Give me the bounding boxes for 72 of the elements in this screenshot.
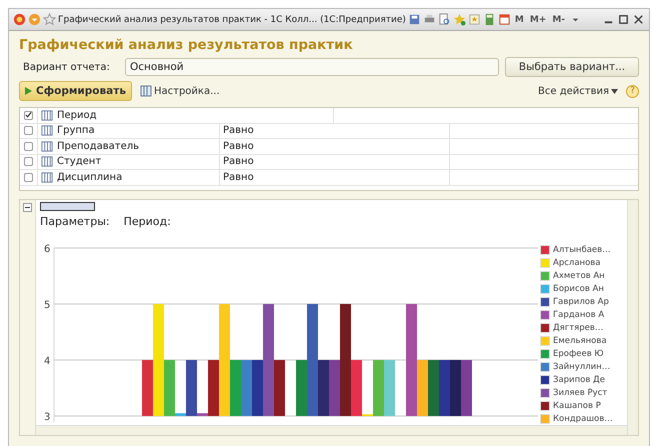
- legend-label: Гарданов А: [553, 310, 604, 320]
- params-label: Параметры:: [40, 215, 110, 228]
- star-add-icon[interactable]: [452, 13, 466, 26]
- bookmark-icon[interactable]: [468, 13, 481, 26]
- legend-label: Кондрашов…: [553, 414, 613, 424]
- bar: [428, 360, 439, 416]
- bar: [439, 360, 450, 416]
- table-cell: Период: [57, 110, 97, 121]
- field-icon: [41, 140, 54, 153]
- window-title: Графический анализ результатов практик - 1С Колл... (1С:Предприятие): [58, 14, 406, 24]
- bar: [384, 360, 395, 416]
- dropdown-icon[interactable]: [28, 13, 41, 26]
- bar: [450, 360, 461, 416]
- variant-field[interactable]: Основной: [125, 58, 499, 76]
- memory-button[interactable]: M+: [528, 14, 548, 24]
- settings-button[interactable]: Настройка...: [138, 85, 222, 97]
- calendar-icon[interactable]: [498, 13, 511, 26]
- legend-label: Зарипов Де: [553, 375, 605, 385]
- tick-label: 4: [44, 356, 50, 367]
- legend-label: Борисов Ан: [553, 284, 604, 294]
- legend-label: Зайнуллин…: [553, 362, 610, 372]
- app-logo-icon[interactable]: [13, 13, 26, 26]
- choose-variant-button[interactable]: Выбрать вариант...: [505, 57, 639, 77]
- generate-button[interactable]: Сформировать: [19, 81, 132, 101]
- table-cell: Равно: [223, 156, 254, 168]
- table-cell: Равно: [223, 125, 254, 136]
- period-label: Период:: [124, 215, 171, 228]
- memory-button[interactable]: M: [512, 14, 526, 24]
- bar: [461, 360, 472, 416]
- legend-label: Арсланова: [553, 258, 601, 268]
- save-icon[interactable]: [408, 13, 421, 26]
- table-cell: Равно: [223, 140, 254, 152]
- checkbox[interactable]: [24, 126, 33, 136]
- field-icon: [41, 170, 54, 184]
- legend-label: Дягтярев…: [553, 323, 604, 333]
- star-icon[interactable]: [43, 13, 56, 26]
- close-icon[interactable]: [632, 13, 645, 26]
- checkbox[interactable]: [24, 142, 33, 151]
- table-cell: Преподаватель: [57, 140, 140, 152]
- table-cell: Дисциплина: [57, 172, 122, 183]
- legend-label: Кашапов Р: [553, 401, 601, 411]
- legend-label: Ерофеев Ю: [553, 349, 604, 359]
- bar: [241, 360, 252, 416]
- checkbox[interactable]: [24, 172, 33, 182]
- legend-label: Ахметов Ан: [553, 271, 605, 281]
- caret-icon: [611, 88, 618, 94]
- table-icon: [140, 85, 152, 97]
- table-cell: Студент: [57, 156, 102, 168]
- table-cell: Группа: [57, 125, 95, 136]
- memory-button[interactable]: M-: [550, 14, 568, 24]
- selected-cell[interactable]: [40, 202, 95, 211]
- collapse-icon[interactable]: [23, 203, 32, 212]
- legend-label: Гаврилов Ар: [553, 297, 609, 307]
- form-title: Графический анализ результатов практик: [19, 37, 354, 53]
- play-icon: [25, 87, 32, 95]
- preview-icon[interactable]: [438, 13, 451, 26]
- table-cell: Равно: [223, 172, 254, 183]
- horizontal-scrollbar[interactable]: [36, 425, 627, 435]
- legend-label: Зиляев Руст: [553, 388, 608, 398]
- tick-label: 5: [44, 300, 50, 311]
- all-actions-menu[interactable]: Все действия: [536, 86, 620, 96]
- checkbox[interactable]: [24, 157, 33, 166]
- legend-label: Емельянова: [553, 336, 607, 346]
- field-icon: [41, 155, 54, 168]
- field-label: Вариант отчета:: [22, 62, 111, 72]
- field-icon: [41, 124, 54, 138]
- checkbox[interactable]: [24, 110, 33, 120]
- tick-label: 6: [44, 244, 50, 255]
- tick-label: 3: [44, 412, 50, 422]
- legend-label: Алтынбаев…: [553, 245, 611, 255]
- maximize-icon[interactable]: [617, 13, 630, 26]
- vertical-scrollbar[interactable]: [627, 200, 638, 435]
